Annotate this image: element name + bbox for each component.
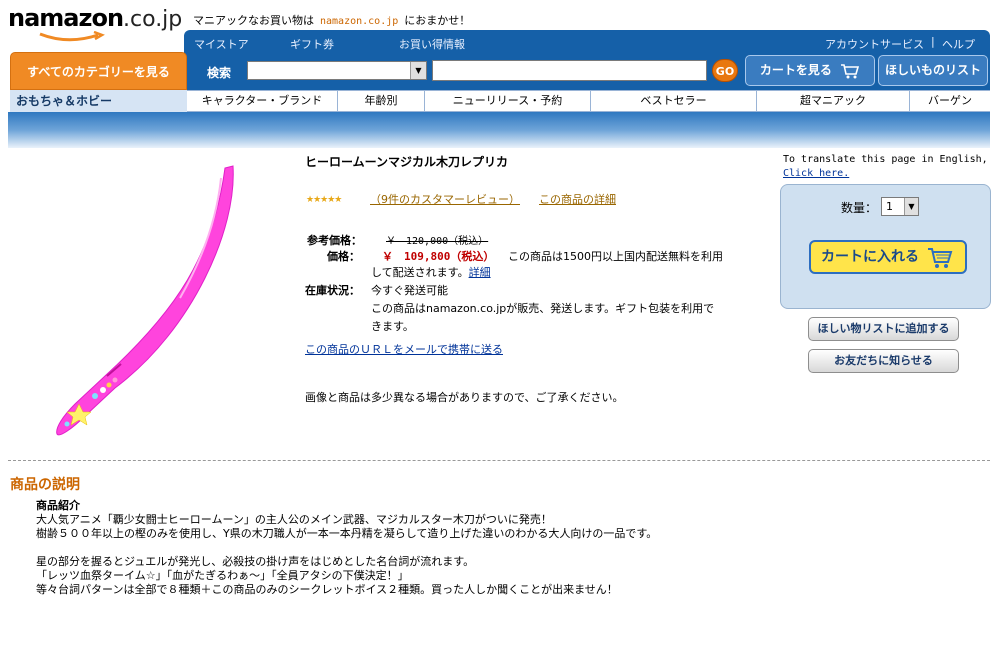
price: ￥ 109,800（税込） xyxy=(382,250,495,263)
description-body: 商品紹介 大人気アニメ「覇少女闘士ヒーロームーン」の主人公のメイン武器、マジカル… xyxy=(36,499,657,597)
add-to-cart-button[interactable]: カートに入れる xyxy=(809,240,967,274)
add-to-cart-label: カートに入れる xyxy=(821,249,919,265)
header-gradient-band xyxy=(8,112,990,148)
tagline-brand: namazon.co.jp xyxy=(320,16,399,27)
current-category[interactable]: おもちゃ＆ホビー xyxy=(10,90,187,112)
seller-info: この商品はnamazon.co.jpが販売、発送します。ギフト包装を利用で xyxy=(371,302,715,315)
translate-text: To translate this page in English, xyxy=(783,154,988,165)
description-line: 大人気アニメ「覇少女闘士ヒーロームーン」の主人公のメイン武器、マジカルスター木刀… xyxy=(36,513,552,526)
nav-gift-card[interactable]: ギフト券 xyxy=(290,36,334,52)
all-categories-button[interactable]: すべてのカテゴリーを見る xyxy=(10,52,187,90)
tell-a-friend-button[interactable]: お友だちに知らせる xyxy=(808,349,959,373)
logo-wordmark: namazon xyxy=(8,4,124,32)
search-input[interactable] xyxy=(432,60,707,81)
list-price-label: 参考価格： xyxy=(307,234,362,247)
translate-notice: To translate this page in English, Click… xyxy=(783,153,988,181)
description-subheading: 商品紹介 xyxy=(36,499,80,512)
search-category-select[interactable]: ▼ xyxy=(247,61,427,80)
list-price: ￥ 120,000（税込） xyxy=(386,236,489,247)
nav-account-service[interactable]: アカウントサービス xyxy=(825,36,924,52)
nav-separator: | xyxy=(931,35,935,48)
nav-my-store[interactable]: マイストア xyxy=(194,36,249,52)
section-divider xyxy=(8,460,990,461)
quantity-select[interactable]: 1 ▼ xyxy=(881,197,919,216)
logo-smile-icon xyxy=(39,31,105,42)
subnav-super-maniac[interactable]: 超マニアック xyxy=(756,91,909,111)
add-to-wishlist-button[interactable]: ほしい物リストに追加する xyxy=(808,317,959,341)
customer-reviews-link[interactable]: （9件のカスタマーレビュー） xyxy=(370,191,520,207)
tagline-before: マニアックなお買い物は xyxy=(193,14,314,27)
chevron-down-icon: ▼ xyxy=(904,198,918,215)
description-line: 「レッツ血祭ターイム☆」「血がたぎるわぁ～」「全員アタシの下僕決定！」 xyxy=(36,569,409,582)
chevron-down-icon: ▼ xyxy=(410,62,426,79)
subnav-bestsellers[interactable]: ベストセラー xyxy=(590,91,756,111)
cart-icon xyxy=(928,248,953,268)
product-title: ヒーロームーンマジカル木刀レプリカ xyxy=(305,155,509,169)
translate-link[interactable]: Click here. xyxy=(783,168,849,179)
rating-stars-icon: ★★★★★ xyxy=(306,195,342,205)
site-logo[interactable]: namazon.co.jp xyxy=(8,4,184,44)
search-go-button[interactable]: GO xyxy=(712,59,738,82)
view-cart-button[interactable]: カートを見る xyxy=(745,55,875,86)
product-image xyxy=(56,165,234,436)
seller-info-cont: きます。 xyxy=(371,320,414,333)
product-details-link[interactable]: この商品の詳細 xyxy=(539,191,616,207)
description-line: 樹齢５００年以上の樫のみを使用し、Y県の木刀職人が一本一本丹精を凝らして造り上げ… xyxy=(36,527,658,540)
description-line: 星の部分を握るとジュエルが発光し、必殺技の掛け声をはじめとした名台詞が流れます。 xyxy=(36,555,475,568)
logo-tld: .co.jp xyxy=(123,7,183,32)
nav-deals[interactable]: お買い得情報 xyxy=(399,36,465,52)
quantity-label: 数量： xyxy=(841,201,878,215)
shipping-note-cont: して配送されます。詳細 xyxy=(371,264,491,280)
stock-label: 在庫状況： xyxy=(305,284,360,297)
shipping-note-text: して配送されます。 xyxy=(371,266,469,279)
cart-icon xyxy=(841,63,860,78)
subnav-bargain[interactable]: バーゲン xyxy=(909,91,990,111)
tagline: マニアックなお買い物は namazon.co.jp におまかせ！ xyxy=(193,12,470,28)
category-subnav: キャラクター・ブランド 年齢別 ニューリリース・予約 ベストセラー 超マニアック… xyxy=(187,90,990,112)
wishlist-button[interactable]: ほしいものリスト xyxy=(878,55,988,86)
quantity-value: 1 xyxy=(886,200,893,213)
email-url-link[interactable]: この商品のＵＲＬをメールで携帯に送る xyxy=(305,341,503,357)
view-cart-label: カートを見る xyxy=(759,63,832,77)
tagline-after: におまかせ！ xyxy=(404,14,471,27)
description-line: 等々台詞パターンは全部で８種類＋この商品のみのシークレットボイス２種類。買った人… xyxy=(36,583,618,596)
image-disclaimer: 画像と商品は多少異なる場合がありますので、ご了承ください。 xyxy=(305,391,624,404)
price-label: 価格： xyxy=(327,250,360,263)
buy-box: 数量： 1 ▼ カートに入れる xyxy=(780,184,991,309)
description-heading: 商品の説明 xyxy=(10,477,80,493)
subnav-new-releases[interactable]: ニューリリース・予約 xyxy=(424,91,590,111)
stock-status: 今すぐ発送可能 xyxy=(371,284,448,297)
search-label: 検索 xyxy=(207,66,232,80)
subnav-character-brand[interactable]: キャラクター・ブランド xyxy=(187,91,337,111)
shipping-details-link[interactable]: 詳細 xyxy=(469,266,491,279)
subnav-by-age[interactable]: 年齢別 xyxy=(337,91,424,111)
shipping-note: この商品は1500円以上国内配送無料を利用 xyxy=(508,250,723,263)
nav-help[interactable]: ヘルプ xyxy=(942,36,975,52)
